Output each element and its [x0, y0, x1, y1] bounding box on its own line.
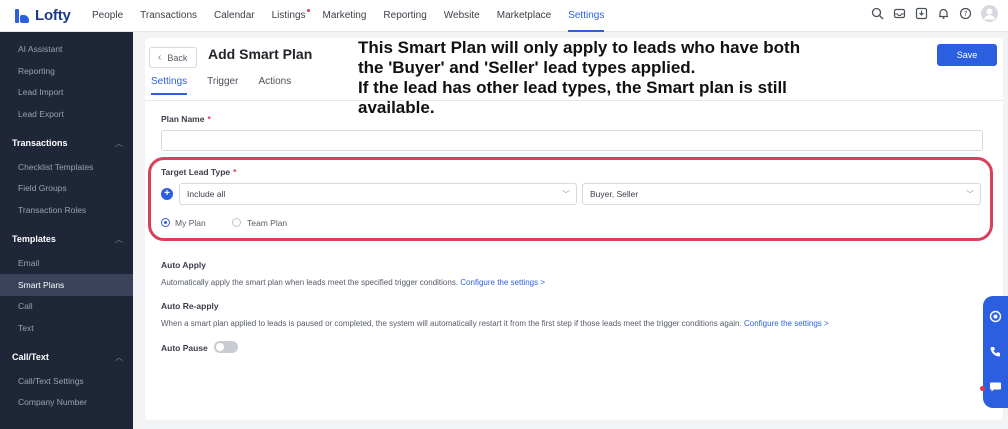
chevron-down-icon: ﹀	[562, 190, 570, 199]
auto-pause-label: Auto Pause	[161, 343, 208, 353]
auto-reapply-description-text: When a smart plan applied to leads is pa…	[161, 319, 742, 328]
back-button[interactable]: ‹ Back	[149, 47, 197, 68]
nav-settings[interactable]: Settings	[568, 0, 605, 32]
new-indicator-dot	[306, 8, 310, 12]
save-button[interactable]: Save	[937, 44, 997, 66]
location-icon[interactable]	[989, 310, 1002, 323]
chat-icon[interactable]	[989, 380, 1002, 393]
sidebar: AI Assistant Reporting Lead Import Lead …	[0, 32, 133, 429]
chevron-down-icon: ﹀	[966, 190, 974, 199]
tab-trigger[interactable]: Trigger	[207, 76, 238, 95]
auto-apply-description: Automatically apply the smart plan when …	[161, 278, 545, 287]
plan-name-label-text: Plan Name	[161, 114, 205, 124]
my-plan-radio[interactable]	[161, 218, 170, 227]
team-plan-label: Team Plan	[247, 218, 288, 228]
annotation-line: available.	[358, 98, 435, 117]
annotation-line: This Smart Plan will only apply to leads…	[358, 38, 801, 57]
nav-calendar[interactable]: Calendar	[214, 0, 255, 32]
auto-reapply-description: When a smart plan applied to leads is pa…	[161, 319, 829, 328]
auto-apply-configure-link[interactable]: Configure the settings >	[460, 278, 545, 287]
chevron-up-icon[interactable]: ︿	[115, 352, 123, 363]
sidebar-item-call[interactable]: Call	[18, 301, 33, 311]
sidebar-item-text[interactable]: Text	[18, 323, 34, 333]
bell-icon[interactable]	[937, 7, 950, 25]
sidebar-item-transaction-roles[interactable]: Transaction Roles	[18, 205, 86, 215]
nav-website[interactable]: Website	[444, 0, 480, 32]
target-lead-type-label-text: Target Lead Type	[161, 167, 231, 177]
target-lead-type-label: Target Lead Type *	[161, 167, 236, 177]
include-mode-value: Include all	[187, 189, 226, 199]
my-plan-label: My Plan	[175, 218, 206, 228]
sidebar-item-company-number[interactable]: Company Number	[18, 397, 87, 407]
auto-pause-toggle[interactable]	[214, 341, 238, 353]
sidebar-item-smart-plans[interactable]: Smart Plans	[18, 280, 64, 290]
sidebar-item-ai-assistant[interactable]: AI Assistant	[18, 44, 62, 54]
avatar[interactable]	[981, 5, 998, 27]
plan-name-input[interactable]	[161, 130, 983, 151]
sidebar-item-field-groups[interactable]: Field Groups	[18, 183, 67, 193]
sidebar-item-checklist-templates[interactable]: Checklist Templates	[18, 162, 93, 172]
svg-text:?: ?	[964, 10, 968, 18]
required-asterisk: *	[207, 114, 211, 124]
lead-types-select[interactable]: Buyer, Seller ﹀	[582, 183, 981, 205]
team-plan-radio[interactable]	[232, 218, 241, 227]
phone-icon[interactable]	[989, 345, 1002, 358]
chevron-up-icon[interactable]: ︿	[115, 234, 123, 245]
lofty-logo-icon	[14, 8, 30, 24]
main-panel: ‹ Back Add Smart Plan Settings Trigger A…	[145, 38, 1003, 420]
help-icon[interactable]: ?	[959, 7, 972, 25]
sidebar-item-lead-import[interactable]: Lead Import	[18, 87, 63, 97]
nav-reporting[interactable]: Reporting	[383, 0, 426, 32]
tab-settings[interactable]: Settings	[151, 76, 188, 95]
floating-support-bar	[983, 296, 1008, 408]
chevron-left-icon: ‹	[158, 52, 162, 63]
download-icon[interactable]	[915, 7, 928, 25]
chevron-up-icon[interactable]: ︿	[115, 138, 123, 149]
auto-reapply-configure-link[interactable]: Configure the settings >	[744, 319, 829, 328]
nav-transactions[interactable]: Transactions	[140, 0, 197, 32]
page-title: Add Smart Plan	[208, 46, 313, 62]
nav-marketing[interactable]: Marketing	[323, 0, 367, 32]
auto-apply-description-text: Automatically apply the smart plan when …	[161, 278, 459, 287]
sidebar-item-reporting[interactable]: Reporting	[18, 66, 55, 76]
annotation-line: the 'Buyer' and 'Seller' lead types appl…	[358, 58, 696, 77]
sidebar-item-lead-export[interactable]: Lead Export	[18, 109, 64, 119]
plan-name-label: Plan Name *	[161, 114, 211, 124]
brand-logo[interactable]: Lofty	[14, 7, 84, 24]
tab-actions[interactable]: Actions	[258, 76, 291, 95]
tab-bar: Settings Trigger Actions	[151, 76, 311, 95]
nav-marketplace[interactable]: Marketplace	[497, 0, 551, 32]
sidebar-item-email[interactable]: Email	[18, 258, 39, 268]
auto-reapply-label: Auto Re-apply	[161, 301, 219, 311]
include-mode-select[interactable]: Include all ﹀	[179, 183, 577, 205]
nav-people[interactable]: People	[92, 0, 123, 32]
brand-name: Lofty	[35, 7, 71, 24]
search-icon[interactable]	[871, 7, 884, 25]
sidebar-section-templates[interactable]: Templates	[12, 234, 56, 244]
sidebar-section-call-text[interactable]: Call/Text	[12, 352, 49, 362]
top-nav: Lofty People Transactions Calendar Listi…	[0, 0, 1008, 32]
annotation-line: If the lead has other lead types, the Sm…	[358, 78, 787, 97]
annotation-overlay: This Smart Plan will only apply to leads…	[358, 38, 938, 118]
notification-dot	[980, 386, 985, 391]
lead-types-value: Buyer, Seller	[590, 189, 639, 199]
sidebar-item-call-text-settings[interactable]: Call/Text Settings	[18, 376, 84, 386]
auto-apply-label: Auto Apply	[161, 260, 207, 270]
sidebar-section-transactions[interactable]: Transactions	[12, 138, 68, 148]
back-label: Back	[167, 52, 188, 63]
nav-listings-label: Listings	[271, 9, 306, 21]
nav-listings[interactable]: Listings	[271, 0, 310, 32]
add-condition-icon[interactable]: +	[161, 188, 173, 200]
inbox-icon[interactable]	[893, 7, 906, 25]
required-asterisk: *	[233, 167, 237, 177]
